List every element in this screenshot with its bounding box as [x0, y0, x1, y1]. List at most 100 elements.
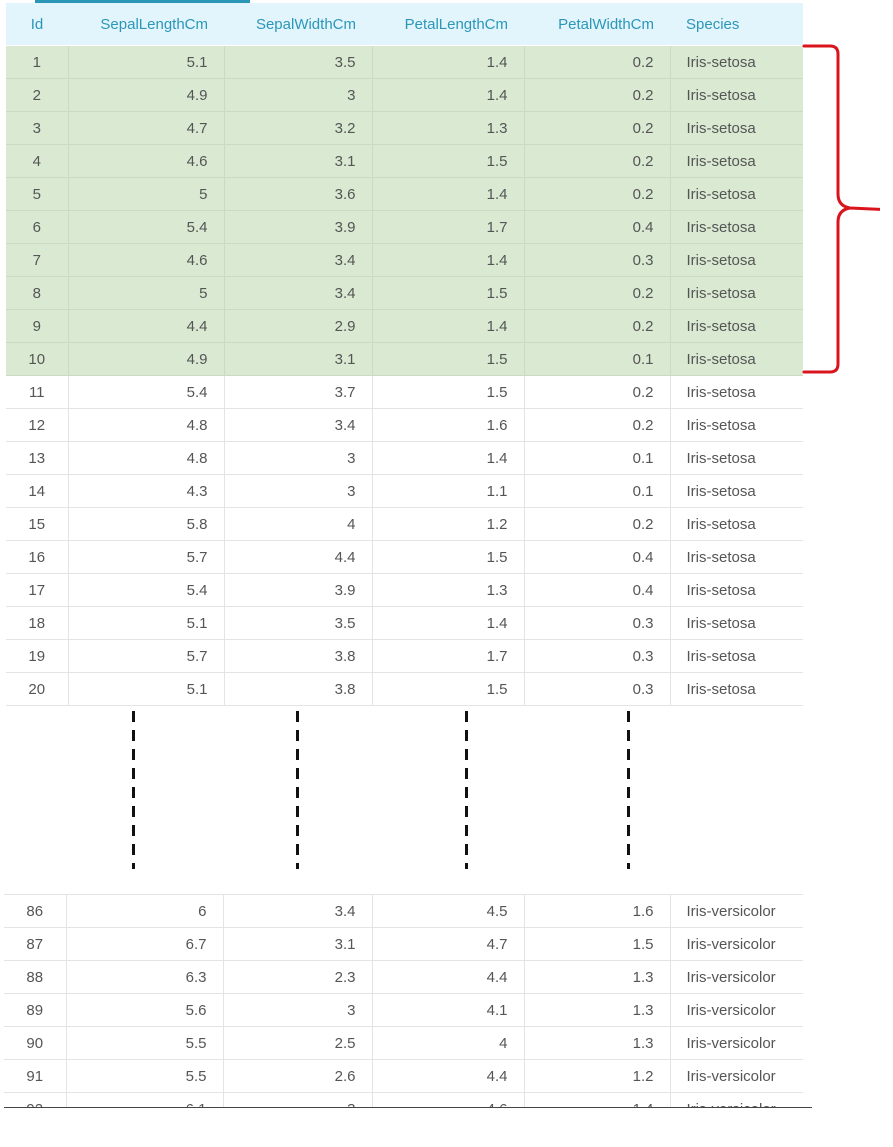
table-row[interactable]: 6 5.4 3.9 1.7 0.4 Iris-setosa — [6, 210, 803, 244]
brace-path — [802, 44, 880, 374]
table-row[interactable]: 89 5.6 3 4.1 1.3 Iris-versicolor — [4, 993, 803, 1027]
cell-petal-width: 0.2 — [523, 111, 670, 145]
ellipsis-dash-petal-length — [465, 711, 468, 869]
column-header-petal-length[interactable]: PetalLengthCm — [372, 3, 524, 45]
table-row[interactable]: 88 6.3 2.3 4.4 1.3 Iris-versicolor — [4, 960, 803, 994]
cell-sepal-width: 3.9 — [223, 573, 372, 607]
table-row[interactable]: 18 5.1 3.5 1.4 0.3 Iris-setosa — [6, 606, 803, 640]
cell-petal-length: 4.1 — [371, 993, 524, 1027]
cell-petal-length: 1.4 — [371, 46, 524, 79]
table-row[interactable]: 5 5 3.6 1.4 0.2 Iris-setosa — [6, 177, 803, 211]
table-row[interactable]: 11 5.4 3.7 1.5 0.2 Iris-setosa — [6, 375, 803, 409]
cell-sepal-length: 4.4 — [67, 309, 224, 343]
cell-species: Iris-setosa — [669, 507, 803, 541]
cell-id: 88 — [4, 960, 66, 994]
cell-id: 15 — [6, 507, 68, 541]
table-row[interactable]: 17 5.4 3.9 1.3 0.4 Iris-setosa — [6, 573, 803, 607]
table-row[interactable]: 8 5 3.4 1.5 0.2 Iris-setosa — [6, 276, 803, 310]
cell-sepal-length: 5.7 — [67, 540, 224, 574]
cell-petal-length: 4.7 — [371, 927, 524, 961]
cell-petal-length: 1.4 — [371, 441, 524, 475]
cell-species: Iris-setosa — [669, 342, 803, 376]
table-row[interactable]: 3 4.7 3.2 1.3 0.2 Iris-setosa — [6, 111, 803, 145]
column-header-species[interactable]: Species — [670, 3, 803, 45]
cell-species: Iris-setosa — [669, 672, 803, 706]
table-row[interactable]: 1 5.1 3.5 1.4 0.2 Iris-setosa — [6, 46, 803, 79]
cell-petal-length: 4.4 — [371, 960, 524, 994]
table-row[interactable]: 16 5.7 4.4 1.5 0.4 Iris-setosa — [6, 540, 803, 574]
table-row[interactable]: 91 5.5 2.6 4.4 1.2 Iris-versicolor — [4, 1059, 803, 1093]
column-header-sepal-width[interactable]: SepalWidthCm — [224, 3, 372, 45]
table-row[interactable]: 20 5.1 3.8 1.5 0.3 Iris-setosa — [6, 672, 803, 706]
cell-species: Iris-versicolor — [669, 1026, 803, 1060]
cell-species: Iris-setosa — [669, 474, 803, 508]
cell-petal-width: 0.4 — [523, 210, 670, 244]
column-header-petal-width[interactable]: PetalWidthCm — [524, 3, 670, 45]
table-row[interactable]: 10 4.9 3.1 1.5 0.1 Iris-setosa — [6, 342, 803, 376]
cell-sepal-width: 3 — [223, 474, 372, 508]
table-row[interactable]: 15 5.8 4 1.2 0.2 Iris-setosa — [6, 507, 803, 541]
cell-species: Iris-setosa — [669, 243, 803, 277]
table-row[interactable]: 87 6.7 3.1 4.7 1.5 Iris-versicolor — [4, 927, 803, 961]
cell-sepal-width: 3.4 — [223, 243, 372, 277]
cell-sepal-width: 3.1 — [223, 144, 372, 178]
cell-petal-width: 0.3 — [523, 639, 670, 673]
table-row[interactable]: 19 5.7 3.8 1.7 0.3 Iris-setosa — [6, 639, 803, 673]
table-row[interactable]: 9 4.4 2.9 1.4 0.2 Iris-setosa — [6, 309, 803, 343]
cell-sepal-length: 5.1 — [67, 606, 224, 640]
column-header-id[interactable]: Id — [6, 3, 68, 45]
cell-sepal-length: 5.6 — [65, 993, 223, 1027]
cell-sepal-length: 5.4 — [67, 210, 224, 244]
cell-petal-length: 1.4 — [371, 243, 524, 277]
ellipsis-dash-sepal-width — [296, 711, 299, 869]
cell-sepal-length: 5.4 — [67, 573, 224, 607]
cell-petal-length: 1.7 — [371, 639, 524, 673]
cell-id: 1 — [6, 46, 68, 79]
cell-sepal-length: 6.7 — [65, 927, 223, 961]
cell-petal-width: 1.3 — [523, 1026, 670, 1060]
cell-id: 10 — [6, 342, 68, 376]
cell-sepal-length: 4.9 — [67, 342, 224, 376]
cell-id: 12 — [6, 408, 68, 442]
cell-id: 86 — [4, 894, 66, 928]
cell-species: Iris-versicolor — [669, 927, 803, 961]
column-header-sepal-length[interactable]: SepalLengthCm — [68, 3, 224, 45]
cell-petal-width: 1.3 — [523, 960, 670, 994]
table-row[interactable]: 13 4.8 3 1.4 0.1 Iris-setosa — [6, 441, 803, 475]
cell-petal-width: 1.2 — [523, 1059, 670, 1093]
cell-petal-length: 1.4 — [371, 309, 524, 343]
table-row[interactable]: 14 4.3 3 1.1 0.1 Iris-setosa — [6, 474, 803, 508]
cell-id: 18 — [6, 606, 68, 640]
table-row[interactable]: 12 4.8 3.4 1.6 0.2 Iris-setosa — [6, 408, 803, 442]
cell-sepal-length: 5 — [67, 177, 224, 211]
cell-petal-length: 4.5 — [371, 894, 524, 928]
cell-petal-length: 1.6 — [371, 408, 524, 442]
cell-id: 87 — [4, 927, 66, 961]
table-row[interactable]: 7 4.6 3.4 1.4 0.3 Iris-setosa — [6, 243, 803, 277]
cell-petal-width: 1.3 — [523, 993, 670, 1027]
cell-sepal-width: 3.7 — [223, 375, 372, 409]
table-row[interactable]: 2 4.9 3 1.4 0.2 Iris-setosa — [6, 78, 803, 112]
cell-petal-length: 1.4 — [371, 78, 524, 112]
cell-species: Iris-versicolor — [669, 1059, 803, 1093]
cell-petal-length: 1.5 — [371, 540, 524, 574]
cell-sepal-length: 4.6 — [67, 144, 224, 178]
cell-petal-length: 4.4 — [371, 1059, 524, 1093]
cell-id: 89 — [4, 993, 66, 1027]
cell-sepal-width: 3.5 — [223, 606, 372, 640]
cell-petal-width: 0.2 — [523, 276, 670, 310]
cell-petal-length: 1.1 — [371, 474, 524, 508]
cell-petal-width: 0.3 — [523, 606, 670, 640]
cell-sepal-width: 3.8 — [223, 672, 372, 706]
table-header: Id SepalLengthCm SepalWidthCm PetalLengt… — [6, 3, 803, 45]
table-row[interactable]: 90 5.5 2.5 4 1.3 Iris-versicolor — [4, 1026, 803, 1060]
cell-species: Iris-versicolor — [669, 894, 803, 928]
cell-id: 7 — [6, 243, 68, 277]
cell-sepal-width: 2.5 — [222, 1026, 372, 1060]
cell-species: Iris-setosa — [669, 639, 803, 673]
table-row[interactable]: 4 4.6 3.1 1.5 0.2 Iris-setosa — [6, 144, 803, 178]
cell-petal-width: 1.6 — [523, 894, 670, 928]
cell-sepal-width: 3.4 — [223, 276, 372, 310]
cell-id: 16 — [6, 540, 68, 574]
table-row[interactable]: 86 6 3.4 4.5 1.6 Iris-versicolor — [4, 894, 803, 928]
